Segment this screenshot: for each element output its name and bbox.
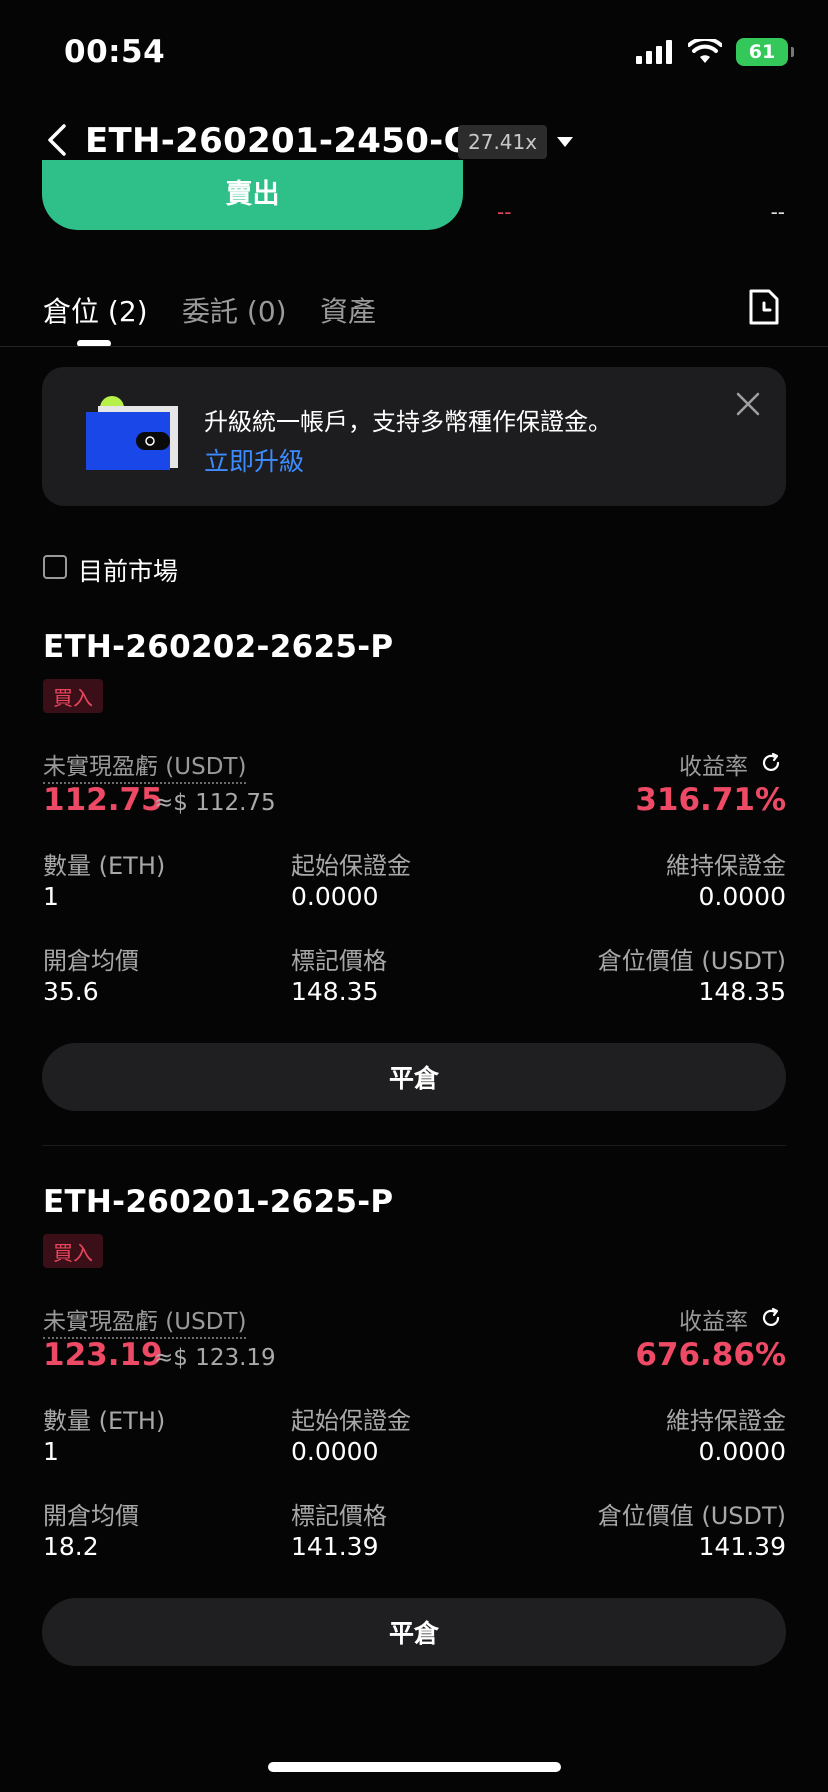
- dropdown-caret-icon[interactable]: [555, 134, 575, 150]
- status-icons: 61: [636, 38, 794, 66]
- refresh-icon[interactable]: [760, 1307, 782, 1329]
- tab-assets[interactable]: 資產: [320, 290, 376, 330]
- tab-orders[interactable]: 委託 (0): [182, 290, 287, 330]
- orderbook-price: --: [497, 200, 512, 224]
- position-value: 141.39: [698, 1532, 786, 1561]
- position-value-label: 倉位價值 (USDT): [597, 1502, 786, 1530]
- mark-price-value: 141.39: [291, 1532, 379, 1561]
- initial-margin-value: 0.0000: [291, 1437, 379, 1466]
- wallet-illustration-icon: [86, 396, 178, 470]
- entry-price-label: 開倉均價: [43, 947, 139, 975]
- initial-margin-value: 0.0000: [291, 882, 379, 911]
- initial-margin-label: 起始保證金: [291, 852, 411, 880]
- orderbook-amount: --: [770, 200, 785, 224]
- initial-margin-label: 起始保證金: [291, 1407, 411, 1435]
- home-indicator[interactable]: [268, 1762, 561, 1772]
- quantity-label: 數量 (ETH): [43, 852, 166, 880]
- unrealized-pnl-approx: ≈$ 112.75: [154, 790, 276, 816]
- sell-button[interactable]: 賣出: [42, 160, 463, 230]
- history-document-icon[interactable]: [747, 288, 781, 326]
- maintenance-margin-value: 0.0000: [698, 1437, 786, 1466]
- unrealized-pnl-approx: ≈$ 123.19: [154, 1345, 276, 1371]
- current-market-label[interactable]: 目前市場: [78, 552, 178, 588]
- unrealized-pnl-label[interactable]: 未實現盈虧 (USDT): [43, 1302, 247, 1339]
- mark-price-value: 148.35: [291, 977, 379, 1006]
- tabs-divider: [0, 346, 828, 347]
- unrealized-pnl-value: 123.19: [43, 1337, 163, 1373]
- close-icon[interactable]: [734, 390, 762, 418]
- position-symbol: ETH-260201-2625-P: [43, 1184, 394, 1220]
- current-market-checkbox[interactable]: [43, 555, 67, 579]
- quantity-value: 1: [43, 1437, 59, 1466]
- entry-price-label: 開倉均價: [43, 1502, 139, 1530]
- close-position-button[interactable]: 平倉: [42, 1043, 786, 1111]
- quantity-value: 1: [43, 882, 59, 911]
- maintenance-margin-value: 0.0000: [698, 882, 786, 911]
- position-symbol: ETH-260202-2625-P: [43, 629, 394, 665]
- unrealized-pnl-value: 112.75: [43, 782, 163, 818]
- position-value-label: 倉位價值 (USDT): [597, 947, 786, 975]
- status-time: 00:54: [64, 34, 166, 70]
- leverage-badge: 27.41x: [458, 125, 548, 159]
- maintenance-margin-label: 維持保證金: [666, 1407, 786, 1435]
- upgrade-now-link[interactable]: 立即升級: [204, 442, 304, 478]
- roi-value: 676.86%: [635, 1337, 786, 1373]
- roi-value: 316.71%: [635, 782, 786, 818]
- roi-label: 收益率: [679, 1309, 748, 1335]
- maintenance-margin-label: 維持保證金: [666, 852, 786, 880]
- entry-price-value: 35.6: [43, 977, 99, 1006]
- position-value: 148.35: [698, 977, 786, 1006]
- card-divider: [42, 1145, 786, 1146]
- entry-price-value: 18.2: [43, 1532, 99, 1561]
- mark-price-label: 標記價格: [291, 1502, 387, 1530]
- unrealized-pnl-label[interactable]: 未實現盈虧 (USDT): [43, 747, 247, 784]
- wifi-icon: [688, 39, 722, 63]
- mark-price-label: 標記價格: [291, 947, 387, 975]
- sell-button-label: 賣出: [225, 179, 280, 210]
- signal-icon: [636, 40, 672, 64]
- banner-message: 升級統一帳戶，支持多幣種作保證金。: [204, 408, 612, 436]
- close-position-label: 平倉: [388, 1619, 439, 1648]
- roi-label: 收益率: [679, 754, 748, 780]
- battery-icon: 61: [736, 38, 794, 66]
- instrument-title[interactable]: ETH-260201-2450-C: [85, 121, 469, 161]
- side-badge: 買入: [43, 679, 103, 713]
- back-chevron-icon[interactable]: [38, 120, 78, 160]
- quantity-label: 數量 (ETH): [43, 1407, 166, 1435]
- close-position-button[interactable]: 平倉: [42, 1598, 786, 1666]
- side-badge: 買入: [43, 1234, 103, 1268]
- close-position-label: 平倉: [388, 1064, 439, 1093]
- refresh-icon[interactable]: [760, 752, 782, 774]
- tab-positions[interactable]: 倉位 (2): [43, 290, 148, 330]
- battery-level: 61: [748, 41, 776, 63]
